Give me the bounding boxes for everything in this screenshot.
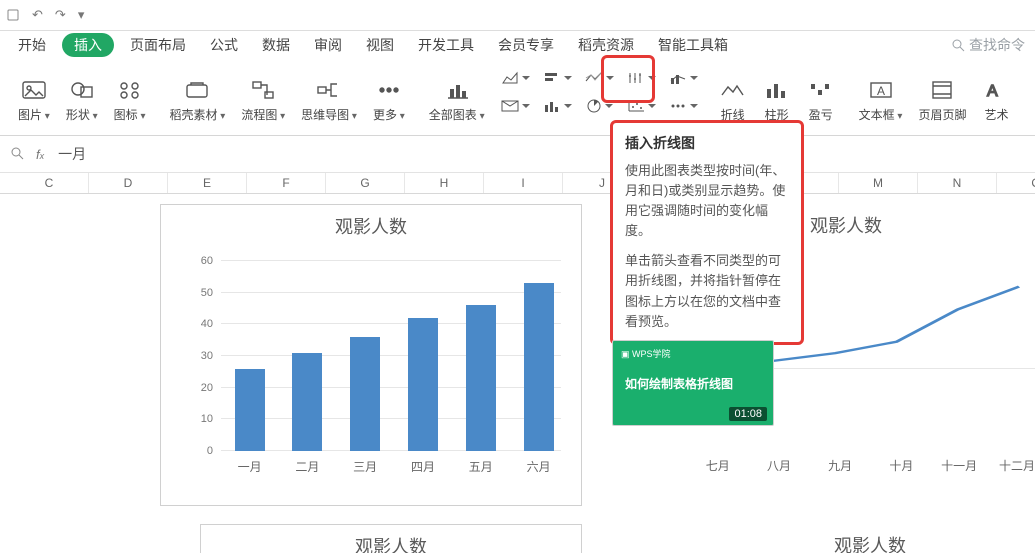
shape-icon (68, 76, 96, 104)
chart-stock-dropdown[interactable] (627, 67, 657, 89)
menu-page-layout[interactable]: 页面布局 (122, 32, 194, 58)
insert-icon[interactable]: 图标 (114, 63, 146, 123)
column-headers: C D E F G H I J M N O (0, 173, 1035, 194)
insert-picture[interactable]: 图片 (18, 63, 50, 123)
col-H[interactable]: H (405, 173, 484, 193)
qat-dropdown-icon[interactable]: ▾ (78, 7, 85, 23)
chart-title: 观影人数 (201, 525, 581, 553)
col-E[interactable]: E (168, 173, 247, 193)
help-video-card[interactable]: ▣ WPS学院 如何绘制表格折线图 01:08 (612, 340, 774, 426)
chart-more-dropdown[interactable] (669, 95, 699, 117)
col-C[interactable]: C (10, 173, 89, 193)
menu-data[interactable]: 数据 (254, 32, 298, 58)
redo-icon[interactable]: ↷ (55, 7, 66, 23)
menu-view[interactable]: 视图 (358, 32, 402, 58)
bar-2 (292, 353, 322, 451)
insert-textbox[interactable]: A文本框 (859, 63, 903, 123)
menu-ai-tools[interactable]: 智能工具箱 (650, 32, 736, 58)
sparkline-line[interactable]: 折线 (719, 63, 747, 123)
col-I[interactable]: I (484, 173, 563, 193)
insert-mindmap[interactable]: 思维导图 (301, 63, 357, 123)
menu-vip[interactable]: 会员专享 (490, 32, 562, 58)
save-icon[interactable] (6, 8, 20, 22)
bar-5 (466, 305, 496, 451)
search-icon (951, 38, 965, 52)
tooltip-body-2: 单击箭头查看不同类型的可用折线图，并将指针暂停在图标上方以在您的文档中查看预览。 (625, 251, 789, 332)
header-footer-icon (928, 76, 956, 104)
plot-area: 一月 二月 三月 四月 五月 六月 (221, 261, 561, 451)
insert-shape[interactable]: 形状 (66, 63, 98, 123)
worksheet[interactable]: 观影人数 0 10 20 30 40 50 60 一月 二月 三月 四月 五月 … (0, 194, 1035, 553)
more-icon (375, 76, 403, 104)
embedded-bar-chart[interactable]: 观影人数 0 10 20 30 40 50 60 一月 二月 三月 四月 五月 … (160, 204, 582, 506)
video-title: 如何绘制表格折线图 (625, 375, 733, 392)
chart-pie-dropdown[interactable] (585, 95, 615, 117)
video-duration: 01:08 (729, 407, 767, 421)
sparkline-column[interactable]: 柱形 (763, 63, 791, 123)
svg-text:A: A (877, 84, 885, 98)
col-M[interactable]: M (839, 173, 918, 193)
sparkline-line-icon (719, 76, 747, 104)
chart-envelope-dropdown[interactable] (501, 95, 531, 117)
namebox-search-icon[interactable] (10, 146, 24, 163)
menu-resources[interactable]: 稻壳资源 (570, 32, 642, 58)
embedded-chart-3[interactable]: 观影人数 (200, 524, 582, 553)
bar-4 (408, 318, 438, 451)
sparkline-wl-icon (807, 76, 835, 104)
icons-icon (116, 76, 144, 104)
tooltip-title: 插入折线图 (625, 133, 789, 155)
video-brand: ▣ WPS学院 (621, 347, 671, 360)
chart-area-dropdown[interactable] (501, 67, 531, 89)
flowchart-icon (249, 76, 277, 104)
chart-scatter-dropdown[interactable] (627, 95, 657, 117)
menu-formula[interactable]: 公式 (202, 32, 246, 58)
fx-icon[interactable]: fx (36, 147, 44, 162)
chart-combo-dropdown[interactable] (669, 67, 699, 89)
formula-bar: fx (0, 136, 1035, 173)
wordart-icon: A (982, 76, 1010, 104)
all-charts[interactable]: 全部图表 (429, 63, 485, 123)
insert-flowchart[interactable]: 流程图 (241, 63, 285, 123)
insert-wordart[interactable]: A艺术 (982, 63, 1010, 123)
col-D[interactable]: D (89, 173, 168, 193)
bar-3 (350, 337, 380, 451)
svg-text:A: A (987, 83, 998, 100)
chart-title: 观影人数 (161, 205, 581, 243)
chart-tooltip: 插入折线图 使用此图表类型按时间(年、月和日)或类别显示趋势。使用它强调随时间的… (610, 120, 804, 345)
menu-insert[interactable]: 插入 (62, 33, 114, 57)
col-F[interactable]: F (247, 173, 326, 193)
chart-bar-dropdown[interactable] (543, 67, 573, 89)
col-O[interactable]: O (997, 173, 1035, 193)
picture-icon (20, 76, 48, 104)
y-axis: 0 10 20 30 40 50 60 (183, 261, 215, 451)
chart-line-dropdown[interactable] (585, 67, 615, 89)
embedded-chart-4[interactable]: 观影人数 (680, 524, 1035, 553)
tooltip-body-1: 使用此图表类型按时间(年、月和日)或类别显示趋势。使用它强调随时间的变化幅度。 (625, 161, 789, 242)
menu-dev[interactable]: 开发工具 (410, 32, 482, 58)
docer-icon (183, 76, 211, 104)
chart-column-dropdown[interactable] (543, 95, 573, 117)
search-box[interactable]: 查找命令 (951, 35, 1025, 55)
sparkline-col-icon (763, 76, 791, 104)
col-G[interactable]: G (326, 173, 405, 193)
chart-title: 观影人数 (680, 524, 1035, 553)
menu-start[interactable]: 开始 (10, 32, 54, 58)
undo-icon[interactable]: ↶ (32, 7, 43, 23)
col-N[interactable]: N (918, 173, 997, 193)
bar-1 (235, 369, 265, 451)
docer-material[interactable]: 稻壳素材 (169, 63, 225, 123)
menubar: 开始 插入 页面布局 公式 数据 审阅 视图 开发工具 会员专享 稻壳资源 智能… (0, 31, 1035, 59)
insert-more[interactable]: 更多 (373, 63, 405, 123)
formula-input[interactable] (56, 145, 1025, 163)
sparkline-winloss[interactable]: 盈亏 (807, 63, 835, 123)
insert-header-footer[interactable]: 页眉页脚 (918, 63, 966, 123)
textbox-icon: A (867, 76, 895, 104)
ribbon-insert: 图片 形状 图标 稻壳素材 流程图 思维导图 更多 全部图表 折线 柱形 盈亏 … (0, 59, 1035, 136)
menu-review[interactable]: 审阅 (306, 32, 350, 58)
quick-access-bar: ↶ ↷ ▾ (0, 0, 1035, 31)
bar-6 (524, 283, 554, 451)
chart-icon (443, 76, 471, 104)
search-placeholder: 查找命令 (969, 35, 1025, 55)
mindmap-icon (315, 76, 343, 104)
